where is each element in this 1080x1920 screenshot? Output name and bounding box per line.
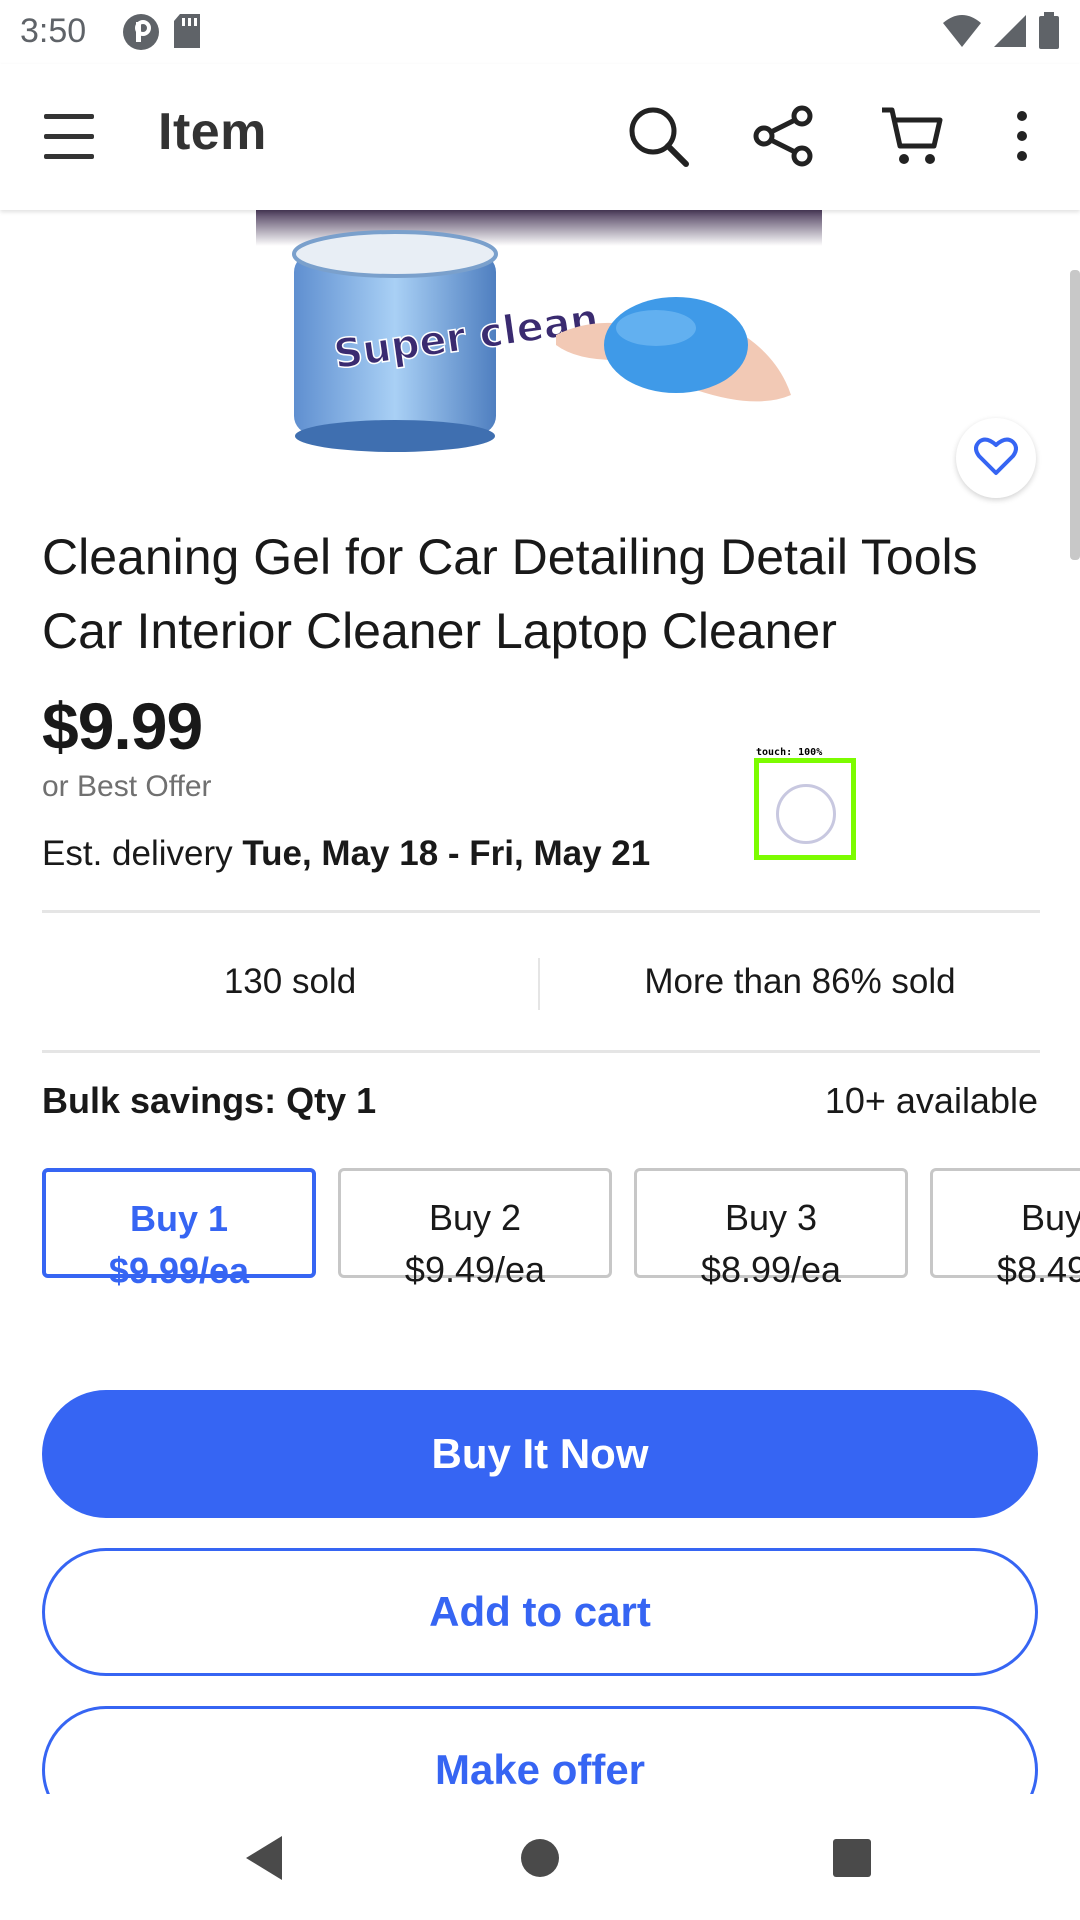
more-vert-icon[interactable] <box>1000 104 1044 168</box>
bulk-option-qty: Buy 1 <box>129 1198 229 1239</box>
share-icon[interactable] <box>752 104 816 168</box>
add-to-cart-button[interactable]: Add to cart <box>42 1548 1038 1676</box>
product-title: Cleaning Gel for Car Detailing Detail To… <box>42 529 978 659</box>
percent-sold: More than 86% sold <box>644 962 956 1001</box>
back-icon[interactable] <box>238 1830 294 1886</box>
delivery-dates: Tue, May 18 - Fri, May 21 <box>242 834 651 873</box>
bulk-option-price: $8.49/ea <box>996 1249 1080 1290</box>
bulk-option-price: $9.49/ea <box>404 1249 546 1290</box>
status-time: 3:50 <box>20 12 87 50</box>
bulk-option-price: $8.99/ea <box>700 1249 842 1290</box>
make-offer-button[interactable]: Make offer <box>42 1706 1038 1794</box>
recents-icon[interactable] <box>824 1830 880 1886</box>
buy-it-now-button[interactable]: Buy It Now <box>42 1390 1038 1518</box>
bulk-savings-title: Bulk savings: Qty 1 <box>42 1080 377 1121</box>
touch-indicator-circle <box>776 784 836 844</box>
available-quantity: 10+ available <box>824 1080 1038 1121</box>
menu-icon[interactable] <box>40 110 100 162</box>
delivery-prefix: Est. delivery <box>42 834 243 873</box>
best-offer-label: or Best Offer <box>42 770 212 803</box>
bulk-option-qty: Buy 4 <box>1020 1197 1080 1238</box>
purchase-actions: Buy It Now Add to cart Make offer <box>0 1350 1080 1794</box>
sold-count: 130 sold <box>223 962 357 1001</box>
product-image[interactable]: Super clean <box>256 210 822 452</box>
battery-icon <box>1038 12 1060 55</box>
bulk-option-qty: Buy 2 <box>428 1197 522 1238</box>
price: $9.99 <box>42 689 203 763</box>
page-title: Item <box>158 103 267 161</box>
wifi-icon <box>942 13 982 54</box>
signal-icon <box>992 13 1028 54</box>
bulk-option-qty: Buy 3 <box>724 1197 818 1238</box>
watch-button[interactable] <box>956 418 1036 498</box>
home-icon[interactable] <box>512 1830 568 1886</box>
bulk-option-3[interactable]: Buy 3 $8.99/ea <box>634 1168 908 1290</box>
app-bar: Item <box>0 64 1080 210</box>
bulk-option-price: $9.99/ea <box>108 1250 250 1291</box>
sd-card-icon <box>172 13 202 56</box>
item-content[interactable]: Super clean Cleaning Gel for Car Detaili… <box>0 210 1080 1340</box>
touch-label: touch: 100% <box>756 747 823 758</box>
system-nav-bar <box>0 1794 1080 1920</box>
heart-icon <box>974 436 1018 481</box>
search-icon[interactable] <box>626 104 690 168</box>
delivery-estimate: Est. delivery Tue, May 18 - Fri, May 21 <box>42 834 650 874</box>
p-circle-icon <box>122 13 160 56</box>
divider <box>42 1050 1040 1053</box>
status-bar: 3:50 <box>0 0 1080 64</box>
bulk-option-4[interactable]: Buy 4 $8.49/ea <box>930 1168 1080 1290</box>
bulk-option-2[interactable]: Buy 2 $9.49/ea <box>338 1168 612 1290</box>
bulk-option-1[interactable]: Buy 1 $9.99/ea <box>42 1168 316 1291</box>
scrollbar[interactable] <box>1070 270 1080 560</box>
divider <box>42 910 1040 913</box>
cart-icon[interactable] <box>880 104 944 168</box>
